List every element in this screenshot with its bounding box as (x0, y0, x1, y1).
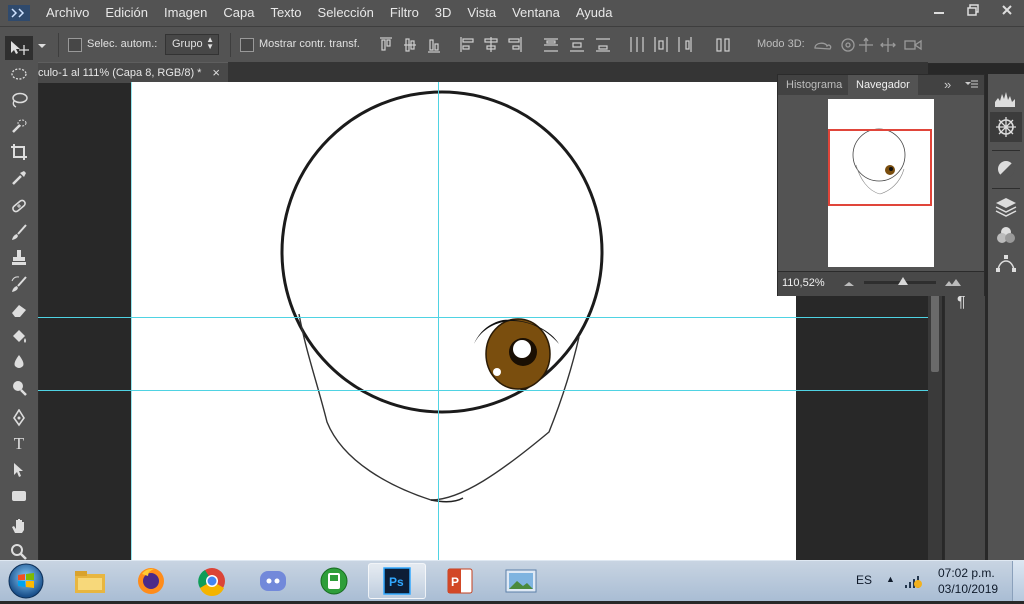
taskbar-photoshop[interactable]: Ps (368, 563, 426, 599)
navigator-thumbnail[interactable] (828, 99, 934, 267)
show-desktop-button[interactable] (1012, 561, 1024, 601)
auto-select-checkbox[interactable] (68, 38, 82, 52)
zoom-out-icon[interactable] (842, 276, 856, 291)
menu-archivo[interactable]: Archivo (38, 0, 97, 26)
ps-menu-icon[interactable] (0, 0, 38, 26)
zoom-in-icon[interactable] (944, 275, 962, 290)
menu-seleccion[interactable]: Selección (310, 0, 382, 26)
right-dock (988, 74, 1024, 560)
guide-horizontal-upper[interactable] (38, 317, 928, 318)
align-icons-group (372, 37, 752, 56)
document-tab-title: culo-1 al 111% (Capa 8, RGB/8) * (38, 67, 202, 79)
auto-select-label: Selec. autom.: (87, 38, 158, 50)
tray-expand-icon[interactable]: ▲ (886, 574, 895, 584)
panel-menu-icon[interactable] (964, 78, 978, 93)
taskbar-photo-viewer[interactable] (492, 563, 550, 599)
zoom-slider[interactable] (864, 277, 936, 285)
mode-3d-icons (812, 36, 932, 57)
menu-filtro[interactable]: Filtro (382, 0, 427, 26)
close-button[interactable] (990, 0, 1024, 20)
document-close-icon[interactable]: × (212, 65, 220, 80)
scrollbar-thumb[interactable] (931, 292, 939, 372)
navigator-panel-icon[interactable] (990, 112, 1022, 142)
clock-date[interactable]: 03/10/2019 (938, 582, 998, 596)
taskbar-chrome[interactable] (183, 563, 241, 599)
navigator-panel: Histograma Navegador » 110,52% (777, 74, 985, 296)
mode-3d-label: Modo 3D: (757, 38, 805, 50)
menu-ventana[interactable]: Ventana (504, 0, 568, 26)
guide-vertical-left[interactable] (131, 82, 132, 560)
document-tab[interactable]: culo-1 al 111% (Capa 8, RGB/8) * × (38, 62, 228, 83)
svg-text:P: P (451, 575, 459, 589)
dropdown-arrows-icon: ▲ ▼ (206, 35, 214, 51)
show-transform-label: Mostrar contr. transf. (259, 38, 360, 50)
paragraph-panel-icon[interactable]: ¶ (957, 294, 975, 316)
menu-vista[interactable]: Vista (459, 0, 504, 26)
auto-select-dropdown[interactable]: Grupo ▲ ▼ (165, 34, 219, 55)
zoom-value[interactable]: 110,52% (782, 277, 825, 289)
guide-horizontal-lower[interactable] (38, 390, 928, 391)
paths-panel-icon[interactable] (995, 252, 1017, 277)
channels-panel-icon[interactable] (995, 224, 1017, 249)
taskbar: Ps P ES ▲ 07:02 p.m. 03/10/2019 (0, 560, 1024, 601)
panel-expand-icon[interactable]: » (944, 77, 951, 92)
eye-drawing (474, 318, 559, 390)
taskbar-green-app[interactable] (305, 563, 363, 599)
adjustments-panel-icon[interactable] (995, 158, 1017, 183)
panel-tab-bar: Histograma Navegador » (778, 75, 984, 95)
taskbar-explorer[interactable] (61, 563, 119, 599)
histogram-panel-icon[interactable] (994, 90, 1016, 111)
minimize-button[interactable] (922, 0, 956, 20)
tab-navegador[interactable]: Navegador (848, 75, 918, 95)
menu-capa[interactable]: Capa (215, 0, 262, 26)
network-icon[interactable] (904, 573, 922, 592)
menu-ayuda[interactable]: Ayuda (568, 0, 621, 26)
options-bar: Selec. autom.: Grupo ▲ ▼ Mostrar contr. t… (0, 26, 1024, 64)
zoom-slider-thumb[interactable] (898, 277, 908, 285)
clock-time[interactable]: 07:02 p.m. (938, 566, 995, 580)
taskbar-discord[interactable] (244, 563, 302, 599)
menu-imagen[interactable]: Imagen (156, 0, 215, 26)
window-controls (922, 0, 1024, 22)
show-transform-checkbox[interactable] (240, 38, 254, 52)
navigator-view-box[interactable] (828, 129, 932, 206)
svg-text:Ps: Ps (389, 575, 404, 589)
taskbar-firefox[interactable] (122, 563, 180, 599)
menu-edicion[interactable]: Edición (97, 0, 156, 26)
tab-histograma[interactable]: Histograma (786, 79, 842, 91)
toolbox (0, 44, 39, 560)
layers-panel-icon[interactable] (995, 196, 1017, 221)
menu-texto[interactable]: Texto (262, 0, 309, 26)
start-button[interactable] (6, 561, 46, 601)
restore-button[interactable] (956, 0, 990, 20)
menu-bar: Archivo Edición Imagen Capa Texto Selecc… (0, 0, 1024, 26)
navigator-zoom-bar: 110,52% (778, 271, 984, 296)
canvas[interactable] (131, 82, 796, 560)
menu-3d[interactable]: 3D (427, 0, 460, 26)
taskbar-powerpoint[interactable]: P (431, 563, 489, 599)
guide-vertical[interactable] (438, 82, 439, 560)
drawing-artwork (280, 90, 604, 503)
language-indicator[interactable]: ES (856, 573, 872, 587)
head-circle (280, 90, 604, 414)
auto-select-value: Grupo (172, 38, 203, 50)
